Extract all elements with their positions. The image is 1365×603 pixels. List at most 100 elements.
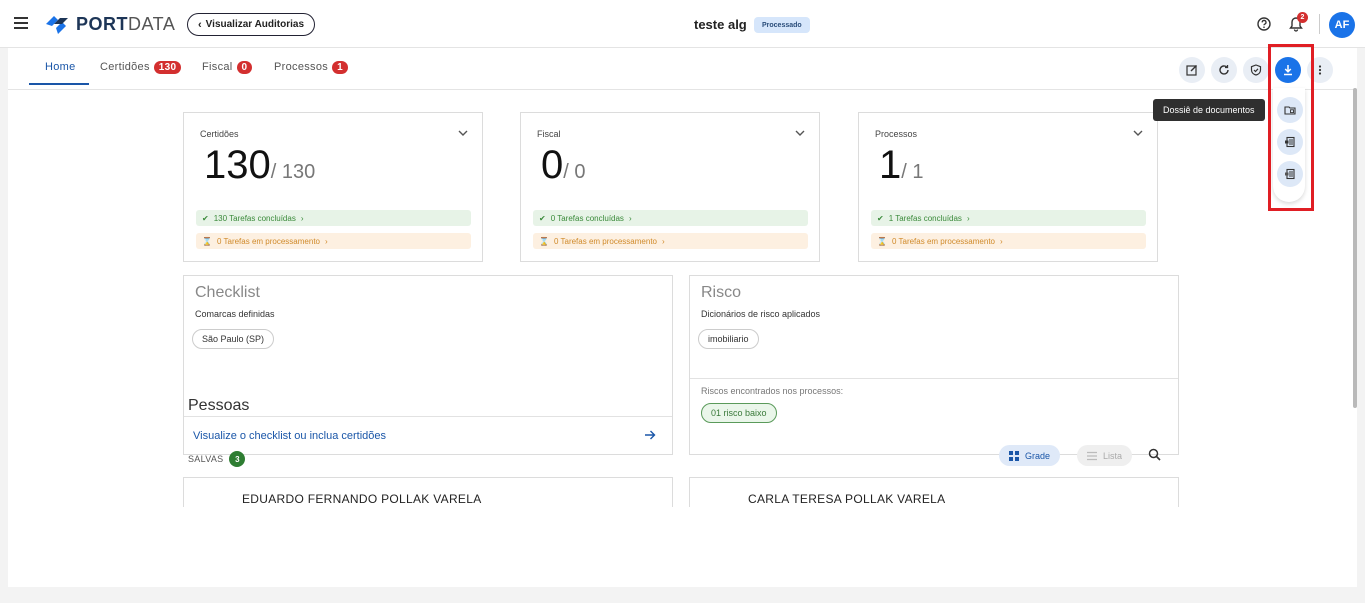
search-icon[interactable]: [1148, 448, 1161, 461]
tabs-bar: Home Certidões 130 Fiscal 0 Processos 1: [8, 48, 1357, 90]
stat-title: Certidões: [200, 129, 239, 139]
checklist-link[interactable]: Visualize o checklist ou inclua certidõe…: [184, 416, 672, 454]
saved-label-text: SALVAS: [188, 454, 224, 464]
chevron-down-icon[interactable]: [795, 129, 805, 137]
person-name: CARLA TERESA POLLAK VARELA: [748, 492, 946, 506]
processing-tasks-link[interactable]: ⌛ 0 Tarefas em processamento ›: [871, 233, 1146, 249]
tab-label: Certidões: [100, 61, 150, 73]
grid-view-button[interactable]: Grade: [999, 445, 1061, 466]
completed-tasks-label: 1 Tarefas concluídas: [888, 213, 962, 223]
tab-count-badge: 130: [153, 60, 182, 74]
person-card[interactable]: EDUARDO FERNANDO POLLAK VARELA: [183, 477, 673, 507]
risk-title: Risco: [701, 284, 742, 301]
back-button-label: Visualizar Auditorias: [205, 19, 305, 30]
status-badge: Processado: [754, 17, 810, 33]
edit-button[interactable]: [1179, 57, 1205, 83]
check-icon: ✔: [877, 213, 884, 223]
dossier-tooltip: Dossiê de documentos: [1153, 99, 1265, 121]
checklist-title: Checklist: [195, 284, 260, 301]
shield-button[interactable]: [1243, 57, 1269, 83]
saved-people-label: SALVAS 3: [188, 451, 246, 467]
stat-value: 130/ 130: [204, 143, 315, 188]
tab-fiscal[interactable]: Fiscal 0: [202, 48, 253, 86]
completed-tasks-link[interactable]: ✔ 0 Tarefas concluídas ›: [533, 210, 808, 226]
completed-tasks-link[interactable]: ✔ 130 Tarefas concluídas ›: [196, 210, 471, 226]
completed-tasks-label: 130 Tarefas concluídas: [213, 213, 296, 223]
stat-card-certidoes: Certidões 130/ 130 ✔ 130 Tarefas concluíd…: [183, 112, 483, 262]
logo-text: PORTDATA: [76, 13, 176, 34]
portdata-logo[interactable]: PORTDATA: [44, 12, 175, 36]
chevron-down-icon[interactable]: [458, 129, 468, 137]
chevron-right-icon: ›: [628, 213, 632, 223]
chevron-right-icon: ›: [661, 236, 665, 246]
check-icon: ✔: [539, 213, 546, 223]
chevron-right-icon: ›: [999, 236, 1003, 246]
people-section-title: Pessoas: [188, 397, 250, 414]
comarca-chip[interactable]: São Paulo (SP): [192, 329, 275, 349]
list-icon: [1087, 451, 1097, 460]
refresh-button[interactable]: [1211, 57, 1237, 83]
shield-check-icon: [1250, 64, 1262, 76]
chevron-left-icon: ‹: [198, 18, 202, 31]
tab-certidoes[interactable]: Certidões 130: [100, 48, 182, 86]
completed-tasks-label: 0 Tarefas concluídas: [550, 213, 624, 223]
stat-value: 0/ 0: [541, 143, 586, 188]
tab-label: Home: [45, 61, 76, 73]
stat-count: 0: [541, 143, 564, 187]
check-icon: ✔: [202, 213, 209, 223]
grid-icon: [1009, 450, 1019, 461]
stat-total: / 0: [563, 161, 586, 183]
stat-total: / 130: [270, 161, 316, 183]
processing-tasks-label: 0 Tarefas em processamento: [216, 236, 320, 246]
highlight-box: [1268, 44, 1314, 211]
risk-subtitle: Dicionários de risco aplicados: [701, 309, 821, 319]
saved-count-badge: 3: [229, 451, 246, 467]
more-vertical-icon: [1318, 65, 1322, 75]
risk-divider: [690, 378, 1178, 379]
tab-home[interactable]: Home: [45, 48, 76, 86]
checklist-link-label: Visualize o checklist ou inclua certidõe…: [193, 429, 387, 442]
stat-card-processos: Processos 1/ 1 ✔ 1 Tarefas concluídas › ⌛ 0…: [858, 112, 1158, 262]
processing-tasks-label: 0 Tarefas em processamento: [891, 236, 995, 246]
tab-label: Processos: [274, 61, 329, 73]
grid-view-label: Grade: [1025, 450, 1051, 461]
top-bar: PORTDATA ‹ Visualizar Auditorias teste al…: [0, 0, 1365, 48]
stat-count: 1: [879, 143, 902, 187]
stat-card-fiscal: Fiscal 0/ 0 ✔ 0 Tarefas concluídas › ⌛ 0 Ta…: [520, 112, 820, 262]
arrow-right-icon: [645, 430, 656, 440]
tab-count-badge: 1: [332, 60, 348, 74]
hourglass-icon: ⌛: [202, 236, 212, 246]
user-avatar[interactable]: AF: [1329, 12, 1355, 38]
tab-count-badge: 0: [236, 60, 253, 74]
help-icon[interactable]: [1257, 17, 1271, 31]
tab-label: Fiscal: [202, 61, 233, 73]
risk-level-chip[interactable]: 01 risco baixo: [701, 403, 777, 423]
stat-title: Fiscal: [537, 129, 561, 139]
processing-tasks-label: 0 Tarefas em processamento: [553, 236, 657, 246]
tab-processos[interactable]: Processos 1: [274, 48, 348, 86]
notification-count-badge: 2: [1297, 12, 1308, 23]
hamburger-menu-icon[interactable]: [14, 17, 28, 29]
checklist-card: Checklist Comarcas definidas São Paulo (…: [183, 275, 673, 455]
risks-found-label: Riscos encontrados nos processos:: [701, 386, 844, 396]
chevron-right-icon: ›: [324, 236, 328, 246]
back-to-audits-button[interactable]: ‹ Visualizar Auditorias: [187, 13, 316, 36]
risk-dictionary-chip[interactable]: imobiliario: [698, 329, 759, 349]
stat-title: Processos: [875, 129, 918, 139]
checklist-subtitle: Comarcas definidas: [195, 309, 275, 319]
processing-tasks-link[interactable]: ⌛ 0 Tarefas em processamento ›: [533, 233, 808, 249]
list-view-button[interactable]: Lista: [1077, 445, 1133, 466]
vertical-scrollbar[interactable]: [1353, 88, 1357, 408]
active-tab-indicator: [29, 83, 89, 85]
hourglass-icon: ⌛: [539, 236, 549, 246]
stat-total: / 1: [901, 161, 924, 183]
completed-tasks-link[interactable]: ✔ 1 Tarefas concluídas ›: [871, 210, 1146, 226]
stat-value: 1/ 1: [879, 143, 924, 188]
refresh-icon: [1219, 65, 1229, 75]
stat-count: 130: [204, 143, 271, 187]
chevron-right-icon: ›: [300, 213, 304, 223]
processing-tasks-link[interactable]: ⌛ 0 Tarefas em processamento ›: [196, 233, 471, 249]
chevron-down-icon[interactable]: [1133, 129, 1143, 137]
risk-card: Risco Dicionários de risco aplicados imo…: [689, 275, 1179, 455]
person-card[interactable]: CARLA TERESA POLLAK VARELA: [689, 477, 1179, 507]
